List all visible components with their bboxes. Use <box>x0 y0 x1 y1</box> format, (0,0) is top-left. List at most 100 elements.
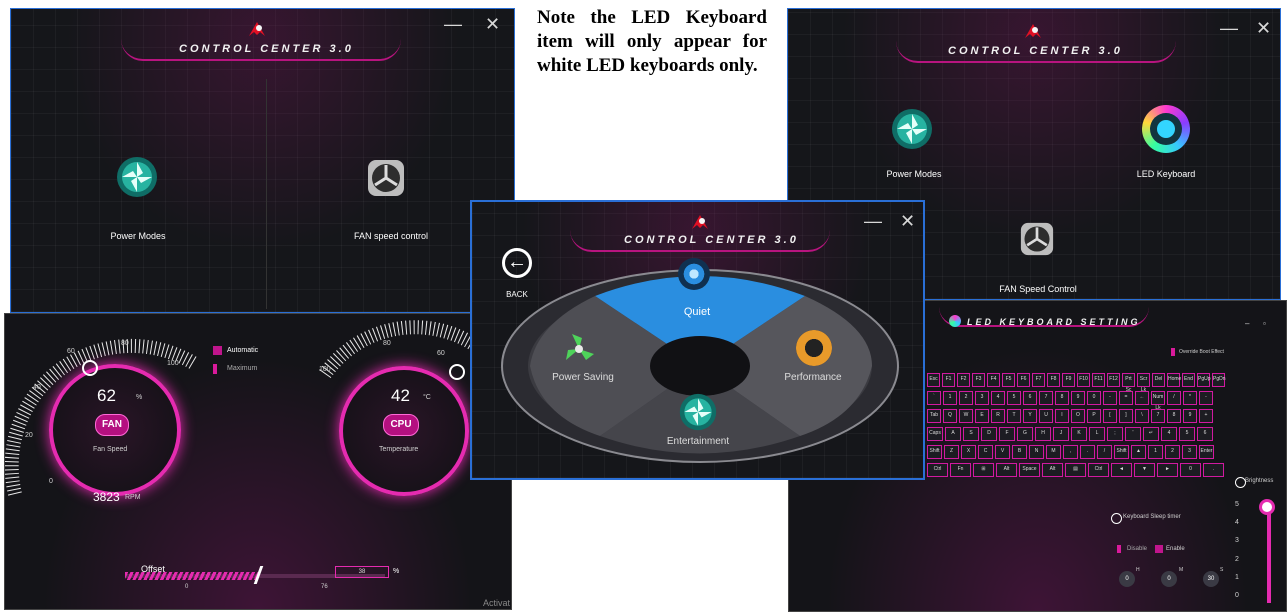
performance-segment[interactable]: Performance <box>768 328 858 398</box>
key[interactable]: ► <box>1157 463 1178 477</box>
minimize-button[interactable]: — <box>444 15 462 33</box>
key[interactable]: / <box>1167 391 1181 405</box>
key[interactable]: 4 <box>991 391 1005 405</box>
key[interactable]: 7 <box>1151 409 1165 423</box>
key[interactable]: . <box>1203 463 1224 477</box>
key[interactable]: 2 <box>959 391 973 405</box>
key[interactable]: - <box>1103 391 1117 405</box>
key[interactable]: 6 <box>1023 391 1037 405</box>
key[interactable]: Caps <box>927 427 943 441</box>
key[interactable]: 7 <box>1039 391 1053 405</box>
key[interactable]: , <box>1063 445 1078 459</box>
key[interactable]: ' <box>1125 427 1141 441</box>
minimize-button[interactable]: – <box>1245 315 1249 333</box>
key[interactable]: F11 <box>1092 373 1105 387</box>
key[interactable]: R <box>991 409 1005 423</box>
key[interactable]: 2 <box>1165 445 1180 459</box>
offset-value-box[interactable]: 38 <box>335 566 389 578</box>
key[interactable]: ⊞ <box>973 463 994 477</box>
override-boot-checkbox[interactable] <box>1171 348 1175 356</box>
minimize-button[interactable]: — <box>864 212 882 230</box>
key[interactable]: Num Lk <box>1151 391 1165 411</box>
power-modes-tile[interactable]: Power Modes <box>858 101 978 191</box>
key[interactable]: F9 <box>1062 373 1075 387</box>
key[interactable]: / <box>1097 445 1112 459</box>
key[interactable]: 0 <box>1087 391 1101 405</box>
key[interactable]: - <box>1199 391 1213 405</box>
key[interactable]: 5 <box>1179 427 1195 441</box>
brightness-slider-handle[interactable] <box>1259 499 1275 515</box>
power-modes-tile[interactable]: Power Modes <box>81 149 201 249</box>
key[interactable]: K <box>1071 427 1087 441</box>
key[interactable]: F3 <box>972 373 985 387</box>
key[interactable]: P <box>1087 409 1101 423</box>
key[interactable]: F10 <box>1077 373 1090 387</box>
key[interactable]: W <box>959 409 973 423</box>
fan-speed-tile[interactable]: FAN speed control <box>331 149 451 249</box>
key[interactable]: End <box>1182 373 1195 387</box>
key[interactable]: + <box>1199 409 1213 423</box>
key[interactable]: D <box>981 427 997 441</box>
key[interactable]: E <box>975 409 989 423</box>
maximize-button[interactable]: ▫ <box>1263 315 1266 333</box>
key[interactable]: S <box>963 427 979 441</box>
close-button[interactable]: ✕ <box>485 15 500 33</box>
key[interactable]: N <box>1029 445 1044 459</box>
minutes-value[interactable]: 0 <box>1161 571 1177 587</box>
key[interactable]: Home <box>1167 373 1181 387</box>
key[interactable]: Z <box>944 445 959 459</box>
key[interactable]: X <box>961 445 976 459</box>
key[interactable]: Esc <box>927 373 940 387</box>
key[interactable]: ↵ <box>1143 427 1159 441</box>
automatic-checkbox[interactable] <box>213 346 222 355</box>
key[interactable]: ` <box>927 391 941 405</box>
key[interactable]: L <box>1089 427 1105 441</box>
key[interactable]: B <box>1012 445 1027 459</box>
key[interactable]: M <box>1046 445 1061 459</box>
key[interactable]: F4 <box>987 373 1000 387</box>
key[interactable]: = <box>1119 391 1133 405</box>
key[interactable]: 6 <box>1197 427 1213 441</box>
key[interactable]: Shift <box>927 445 942 459</box>
close-button[interactable]: ✕ <box>900 212 915 230</box>
key[interactable]: ; <box>1107 427 1123 441</box>
close-button[interactable]: ✕ <box>1256 19 1271 37</box>
fan-speed-tile[interactable]: FAN Speed Control <box>978 214 1098 299</box>
key[interactable]: 9 <box>1071 391 1085 405</box>
key[interactable]: Y <box>1023 409 1037 423</box>
led-keyboard-tile[interactable]: LED Keyboard <box>1106 101 1226 191</box>
minimize-button[interactable]: — <box>1220 19 1238 37</box>
key[interactable]: F7 <box>1032 373 1045 387</box>
maximum-checkbox[interactable] <box>213 364 217 374</box>
key[interactable]: Q <box>943 409 957 423</box>
key[interactable]: F8 <box>1047 373 1060 387</box>
key[interactable]: F6 <box>1017 373 1030 387</box>
key[interactable]: C <box>978 445 993 459</box>
key[interactable]: Space <box>1019 463 1040 477</box>
key[interactable]: Alt <box>996 463 1017 477</box>
key[interactable]: ▼ <box>1134 463 1155 477</box>
key[interactable]: G <box>1017 427 1033 441</box>
key[interactable]: F12 <box>1107 373 1120 387</box>
key[interactable]: A <box>945 427 961 441</box>
key[interactable]: I <box>1055 409 1069 423</box>
enable-radio[interactable] <box>1155 545 1163 553</box>
key[interactable]: Shift <box>1114 445 1129 459</box>
key[interactable]: Scr Lk <box>1137 373 1150 393</box>
key[interactable]: F5 <box>1002 373 1015 387</box>
key[interactable]: T <box>1007 409 1021 423</box>
key[interactable]: Ctrl <box>927 463 948 477</box>
key[interactable]: ▲ <box>1131 445 1146 459</box>
key[interactable]: H <box>1035 427 1051 441</box>
key[interactable]: 3 <box>1182 445 1197 459</box>
key[interactable]: . <box>1080 445 1095 459</box>
key[interactable]: Ctrl <box>1088 463 1109 477</box>
key[interactable]: V <box>995 445 1010 459</box>
key[interactable]: PgDn <box>1212 373 1226 387</box>
key[interactable]: [ <box>1103 409 1117 423</box>
key[interactable]: 4 <box>1161 427 1177 441</box>
key[interactable]: U <box>1039 409 1053 423</box>
key[interactable]: Tab <box>927 409 941 423</box>
key[interactable]: 0 <box>1180 463 1201 477</box>
key[interactable]: 8 <box>1167 409 1181 423</box>
